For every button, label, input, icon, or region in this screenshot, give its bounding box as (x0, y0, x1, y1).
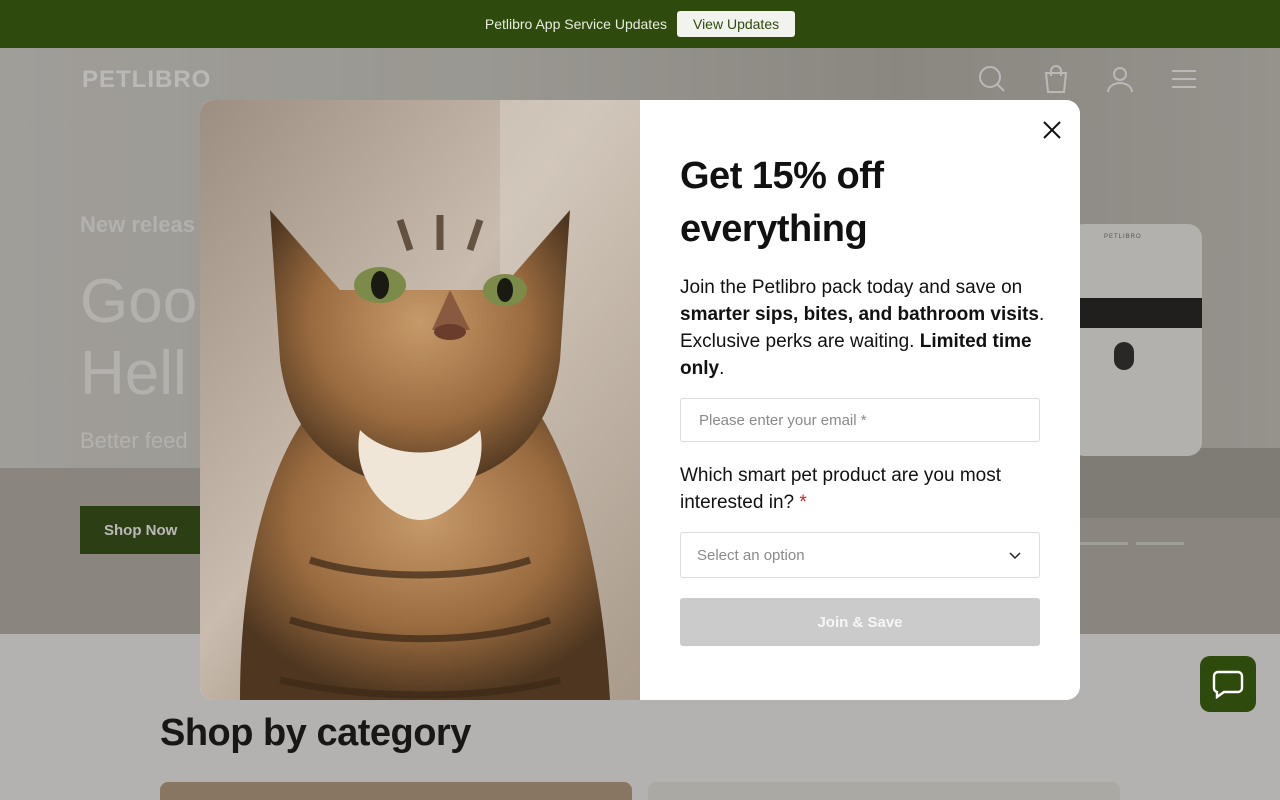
product-question-label: Which smart pet product are you most int… (680, 465, 1002, 513)
chat-icon (1212, 670, 1244, 699)
close-icon[interactable] (1040, 118, 1064, 142)
announcement-text: Petlibro App Service Updates (484, 16, 667, 32)
chevron-down-icon (1009, 552, 1021, 560)
product-select[interactable]: Select an option (680, 532, 1040, 578)
signup-form: Get 15% off everything Join the Petlibro… (640, 100, 1080, 700)
view-updates-button[interactable]: View Updates (676, 11, 796, 37)
discount-popup: Get 15% off everything Join the Petlibro… (200, 100, 1080, 700)
cat-photo (200, 100, 640, 700)
announcement-bar: Petlibro App Service Updates View Update… (0, 0, 1280, 48)
chat-button[interactable] (1200, 656, 1256, 712)
required-mark: * (799, 492, 807, 513)
select-value: Select an option (697, 546, 805, 564)
join-and-save-button[interactable]: Join & Save (680, 598, 1040, 646)
email-field[interactable] (680, 398, 1040, 442)
popup-description: Join the Petlibro pack today and save on… (680, 277, 1045, 379)
popup-title: Get 15% off everything (680, 155, 884, 250)
